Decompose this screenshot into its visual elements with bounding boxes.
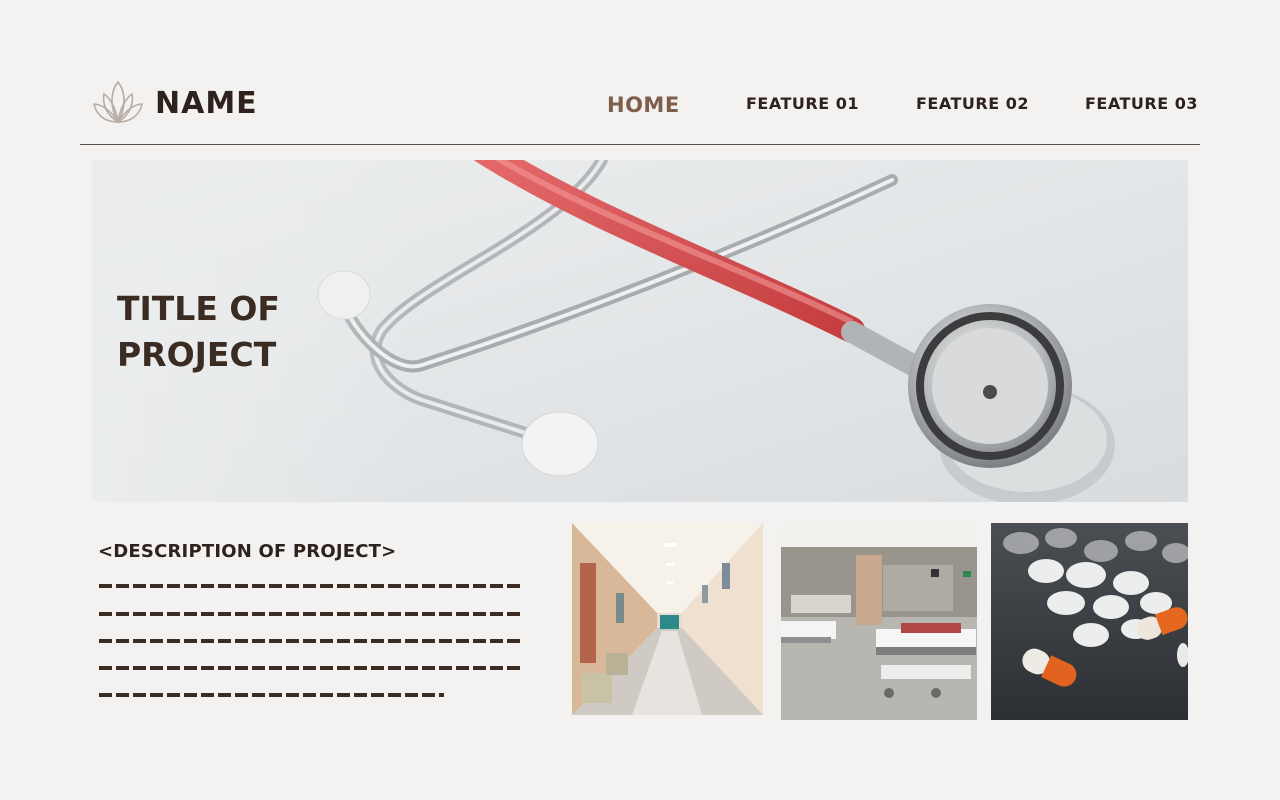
description-title: <DESCRIPTION OF PROJECT>	[98, 541, 397, 562]
nav-feature-01[interactable]: FEATURE 01	[746, 94, 859, 113]
project-title-line-2: PROJECT	[117, 335, 277, 374]
brand-name: NAME	[155, 86, 258, 121]
nav-home[interactable]: HOME	[607, 93, 680, 117]
nav-feature-02[interactable]: FEATURE 02	[916, 94, 1029, 113]
project-title: TITLE OF PROJECT	[117, 286, 377, 378]
header: NAME HOME FEATURE 01 FEATURE 02 FEATURE …	[0, 0, 1280, 146]
description-placeholder-line	[99, 639, 523, 643]
lotus-icon	[93, 80, 143, 124]
header-divider	[80, 144, 1200, 145]
description-placeholder-line	[99, 612, 523, 616]
hospital-ward-image	[781, 525, 977, 720]
nav-feature-03[interactable]: FEATURE 03	[1085, 94, 1198, 113]
description-placeholder-line	[99, 693, 444, 697]
corridor-image	[572, 523, 763, 715]
pills-image	[991, 523, 1188, 720]
description-placeholder-line	[99, 666, 523, 670]
project-title-line-1: TITLE OF	[117, 289, 280, 328]
description-placeholder-line	[99, 584, 523, 588]
